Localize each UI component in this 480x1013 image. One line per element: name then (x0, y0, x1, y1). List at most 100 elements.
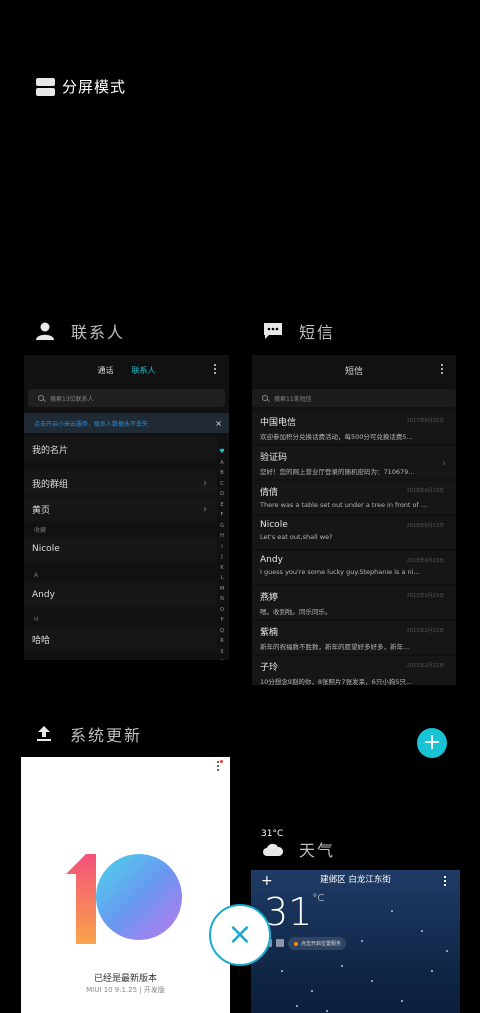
message-preview: 10分想念9割的你，8张照片7张发呆，6只小狗5只... (260, 678, 413, 685)
contacts-search-input[interactable]: 搜索13位联系人 (28, 389, 225, 407)
message-row[interactable]: 紫楠 新年的祝福数不胜数，新年的愿望好多好多，新年... 2013年2月22日 (252, 621, 456, 654)
alphabet-letter[interactable]: Q (220, 626, 224, 637)
split-screen-icon (36, 77, 55, 96)
contact-row[interactable]: Nicole (24, 537, 217, 561)
sms-app-card[interactable]: 短信 搜索11条短信 中国电信 欢迎参加积分兑换话费活动，每500分可兑换话费5.… (252, 355, 456, 685)
clear-all-button[interactable]: × (209, 904, 271, 966)
message-date: 2018年6月13日 (406, 558, 444, 564)
alphabet-letter[interactable]: K (220, 563, 223, 574)
message-date: 2013年2月22日 (406, 628, 444, 634)
chevron-right-icon: › (203, 477, 207, 489)
cloud-icon (263, 843, 283, 856)
new-message-button[interactable]: + (417, 728, 447, 758)
alphabet-letter[interactable]: M (220, 584, 224, 595)
update-card-header[interactable]: 系统更新 (36, 722, 142, 746)
sms-card-header[interactable]: 短信 (263, 319, 335, 343)
message-row[interactable]: Nicole Let's eat out,shall we? 2018年6月13日 (252, 516, 456, 549)
star-decoration (361, 940, 363, 942)
alphabet-letter[interactable]: O (220, 605, 224, 616)
contact-name: Nicole (32, 544, 60, 554)
tab-calls[interactable]: 通话 (98, 365, 114, 376)
alphabet-letter[interactable]: R (220, 636, 223, 647)
message-row[interactable]: 子玲 10分想念9割的你，8张照片7张发呆，6只小狗5只... 2013年2月22日 (252, 656, 456, 685)
update-status: 已经是最新版本 (93, 974, 157, 984)
list-item-label: 我的名片 (32, 445, 69, 456)
alphabet-letter[interactable]: C (220, 479, 224, 490)
alphabet-letter[interactable]: L (221, 573, 224, 584)
contacts-app-card[interactable]: 通话 联系人 搜索13位联系人 点击开启小米云服务，联系人数据永不丢失 × 我的… (24, 355, 229, 660)
star-decoration (326, 1010, 328, 1012)
list-item[interactable]: 我的群组 › (24, 471, 217, 495)
message-row[interactable]: 燕婷 嗯。收到啦。同乐同乐。 2013年2月23日 (252, 586, 456, 619)
upload-icon (37, 726, 51, 741)
sms-search-input[interactable]: 搜索11条短信 (252, 389, 456, 407)
star-decoration (446, 950, 448, 952)
star-decoration (341, 965, 343, 967)
split-screen-label: 分屏模式 (62, 78, 127, 96)
message-preview: 欢迎参加积分兑换话费活动，每500分可兑换话费5... (260, 433, 413, 441)
alphabet-letter[interactable]: P (220, 615, 223, 626)
alphabet-letter[interactable]: J (221, 552, 222, 563)
chevron-right-icon: › (203, 503, 207, 515)
message-row[interactable]: 验证码 您好！您的网上营业厅登录的随机密码为：710679... › (252, 446, 456, 479)
alphabet-letter[interactable]: N (220, 594, 224, 605)
search-icon (262, 395, 268, 401)
close-icon[interactable]: × (215, 419, 222, 428)
message-preview: 嗯。收到啦。同乐同乐。 (260, 608, 332, 616)
section-header: 收藏 (34, 526, 47, 534)
alphabet-letter[interactable]: D (220, 489, 224, 500)
list-item[interactable]: 我的名片 (24, 437, 217, 461)
alphabet-letter[interactable]: B (220, 468, 223, 479)
contact-name: 哈哈 (32, 635, 51, 646)
weather-app-card[interactable]: + 建邺区 白龙江东街 31°C 点击开启位置服务 (251, 870, 460, 1013)
alphabet-letter[interactable]: I (221, 542, 222, 553)
star-decoration (391, 910, 393, 912)
alphabet-letter[interactable]: A (220, 458, 223, 469)
message-icon (264, 323, 282, 339)
alphabet-letter[interactable]: F (221, 510, 224, 521)
message-list: 中国电信 欢迎参加积分兑换话费活动，每500分可兑换话费5... 2017年6月30… (252, 411, 456, 685)
weather-card-header[interactable]: 天气 (263, 837, 335, 861)
alphabet-letter[interactable]: # (220, 657, 224, 660)
cloud-notice-banner[interactable]: 点击开启小米云服务，联系人数据永不丢失 × (24, 413, 229, 433)
alphabet-letter[interactable]: E (220, 500, 223, 511)
cloud-notice-text: 点击开启小米云服务，联系人数据永不丢失 (34, 420, 149, 428)
message-preview: 新年的祝福数不胜数，新年的愿望好多好多，新年... (260, 643, 410, 651)
more-icon[interactable] (217, 760, 223, 771)
contact-row[interactable]: Andy (24, 583, 217, 607)
more-icon[interactable] (444, 876, 447, 886)
message-preview: 您好！您的网上营业厅登录的随机密码为：710679... (260, 468, 415, 476)
star-decoration (421, 930, 423, 932)
contacts-card-header[interactable]: 联系人 (36, 319, 125, 343)
split-screen-button[interactable]: 分屏模式 (36, 76, 126, 97)
close-icon: × (227, 917, 253, 952)
location-service-text: 点击开启位置服务 (301, 941, 342, 947)
location-dot-icon (294, 941, 298, 946)
update-app-card[interactable]: 已经是最新版本 MIUI 10 9.1.25 | 开发版 (21, 757, 230, 1013)
temperature-unit: °C (312, 893, 325, 904)
sms-header: 短信 (252, 355, 456, 385)
temperature-value: 31 (264, 890, 313, 934)
alphabet-letter[interactable]: G (220, 521, 224, 532)
more-icon[interactable] (214, 364, 217, 374)
contact-name: Andy (32, 590, 55, 600)
more-icon[interactable] (441, 364, 444, 374)
weather-temperature: 31°C (264, 890, 324, 934)
message-date: 2013年2月23日 (406, 593, 444, 599)
message-row[interactable]: 中国电信 欢迎参加积分兑换话费活动，每500分可兑换话费5... 2017年6月30… (252, 411, 456, 444)
alphabet-letter[interactable]: H (220, 531, 224, 542)
alphabet-letter[interactable]: S (220, 647, 223, 658)
message-row[interactable]: 倩倩 There was a table set out under a tree… (252, 481, 456, 514)
update-card-title: 系统更新 (70, 726, 143, 745)
update-version: MIUI 10 9.1.25 | 开发版 (86, 986, 165, 994)
alphabet-letter[interactable]: ♥ (219, 447, 224, 458)
message-row[interactable]: Andy I guess you're some lucky guy.Stepha… (252, 551, 456, 584)
edit-icon[interactable] (276, 939, 284, 947)
tab-contacts[interactable]: 联系人 (132, 365, 156, 376)
message-sender: 验证码 (260, 453, 288, 463)
alphabet-index[interactable]: ♥ABCDEFGHIJKLMNOPQRS# (217, 447, 227, 660)
message-date: 2013年2月22日 (406, 663, 444, 669)
list-item[interactable]: 黄页 › (24, 497, 217, 521)
location-service-pill[interactable]: 点击开启位置服务 (288, 937, 346, 950)
contact-row[interactable]: 哈哈 (24, 627, 217, 651)
